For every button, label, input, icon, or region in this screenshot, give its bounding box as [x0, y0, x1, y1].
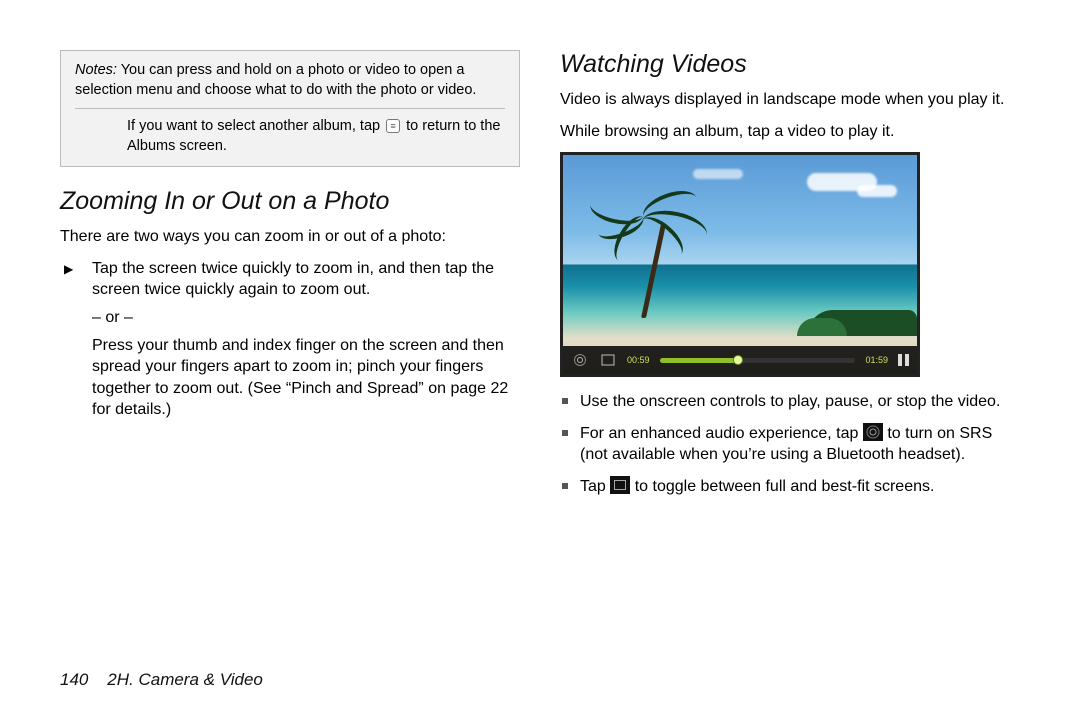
srs-audio-icon[interactable]	[571, 351, 589, 369]
srs-icon	[863, 423, 883, 441]
zoom-instructions-list: ▶ Tap the screen twice quickly to zoom i…	[60, 258, 520, 421]
seek-progress	[660, 358, 738, 363]
heading-zoom: Zooming In or Out on a Photo	[60, 187, 520, 216]
pause-icon[interactable]	[898, 354, 909, 366]
zoom-intro: There are two ways you can zoom in or ou…	[60, 226, 520, 248]
zoom-bullet: ▶ Tap the screen twice quickly to zoom i…	[84, 258, 520, 421]
or-separator: – or –	[92, 307, 520, 329]
page-number: 140	[60, 670, 88, 689]
elapsed-time: 00:59	[627, 355, 650, 365]
section-title: 2H. Camera & Video	[107, 670, 263, 689]
bush-decor	[797, 318, 847, 336]
notes-box: Notes: You can press and hold on a photo…	[60, 50, 520, 167]
tip-fit-text-b: to toggle between full and best-fit scre…	[635, 478, 935, 495]
note-2: If you want to select another album, tap…	[75, 117, 505, 156]
fit-icon	[610, 476, 630, 494]
note-1: Notes: You can press and hold on a photo…	[75, 61, 505, 100]
right-column: Watching Videos Video is always displaye…	[560, 50, 1020, 650]
two-column-layout: Notes: You can press and hold on a photo…	[60, 50, 1020, 650]
tip-srs-text-a: For an enhanced audio experience, tap	[580, 425, 858, 442]
left-column: Notes: You can press and hold on a photo…	[60, 50, 520, 650]
albums-icon: ≡	[384, 119, 402, 133]
seek-knob[interactable]	[733, 355, 743, 365]
screen-fit-icon[interactable]	[599, 351, 617, 369]
zoom-pinch: Press your thumb and index finger on the…	[92, 337, 508, 419]
tip-fit: Tap to toggle between full and best-fit …	[574, 476, 1020, 498]
square-bullet-icon	[562, 398, 568, 404]
watch-p2: While browsing an album, tap a video to …	[560, 121, 1020, 143]
video-tips-list: Use the onscreen controls to play, pause…	[560, 391, 1020, 497]
tip-fit-text-a: Tap	[580, 478, 606, 495]
notes-label: Notes:	[75, 62, 117, 78]
cloud-decor	[693, 169, 743, 179]
video-player[interactable]: 00:59 01:59	[560, 152, 920, 377]
total-time: 01:59	[865, 355, 888, 365]
cloud-decor	[857, 185, 897, 197]
heading-watching: Watching Videos	[560, 50, 1020, 79]
note-1-text: You can press and hold on a photo or vid…	[75, 62, 476, 98]
tip-controls: Use the onscreen controls to play, pause…	[574, 391, 1020, 413]
watch-p1: Video is always displayed in landscape m…	[560, 89, 1020, 111]
square-bullet-icon	[562, 430, 568, 436]
seek-bar[interactable]	[660, 358, 856, 363]
note-2-text-a: If you want to select another album, tap	[127, 118, 380, 134]
tip-srs: For an enhanced audio experience, tap to…	[574, 423, 1020, 466]
video-controls: 00:59 01:59	[563, 346, 917, 374]
zoom-double-tap: Tap the screen twice quickly to zoom in,…	[92, 260, 494, 299]
square-bullet-icon	[562, 483, 568, 489]
triangle-bullet-icon: ▶	[64, 261, 73, 277]
notes-divider	[75, 108, 505, 109]
tip-controls-text: Use the onscreen controls to play, pause…	[580, 393, 1000, 410]
page-footer: 140 2H. Camera & Video	[60, 670, 263, 690]
